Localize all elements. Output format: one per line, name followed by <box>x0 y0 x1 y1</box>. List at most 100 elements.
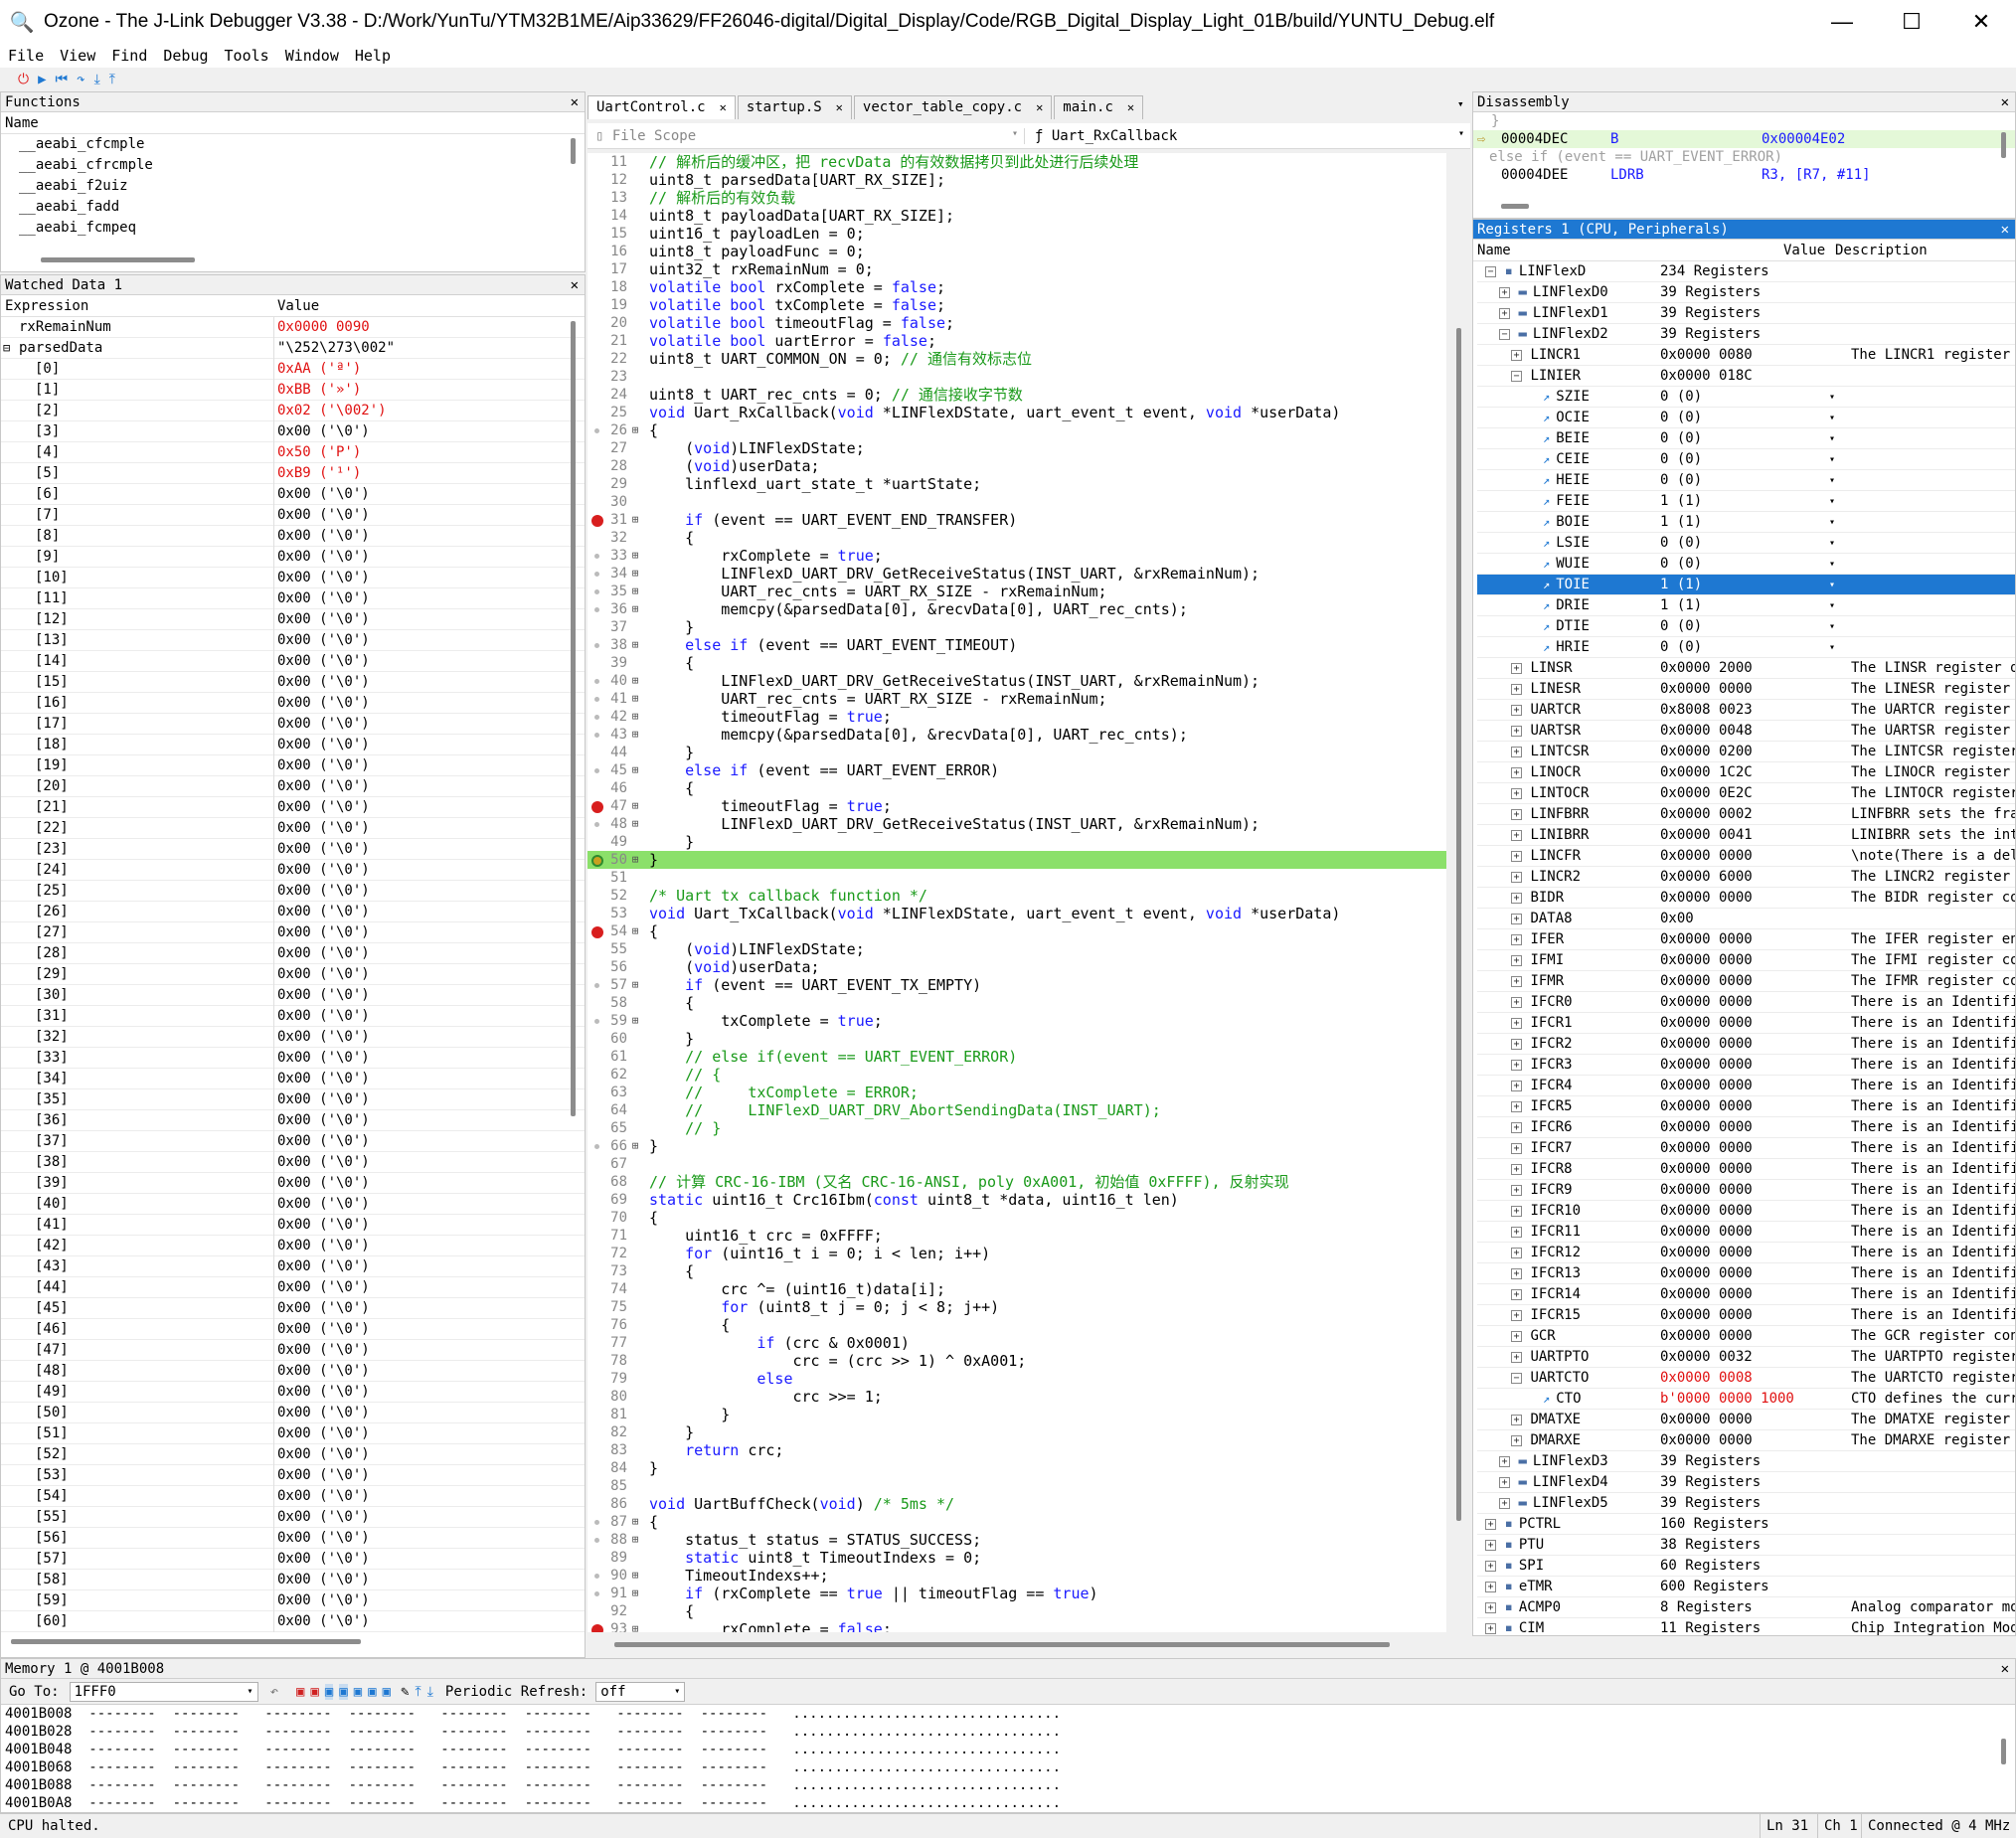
register-value[interactable]: 0 (0) <box>1660 449 1847 470</box>
gutter[interactable] <box>588 797 607 815</box>
disassembly-row[interactable]: } <box>1473 112 2015 130</box>
code-line[interactable]: 20 volatile bool timeoutFlag = false; <box>588 314 1446 332</box>
functions-vscrollbar[interactable] <box>571 138 576 164</box>
gutter[interactable] <box>588 600 607 618</box>
register-value[interactable]: 39 Registers <box>1660 282 1847 303</box>
register-row[interactable]: + IFCR4 0x0000 0000 There is an Identifi <box>1477 1076 2015 1096</box>
code-line[interactable]: 22 uint8_t UART_COMMON_ON = 0; // 通信有效标志位 <box>588 350 1446 368</box>
gutter[interactable] <box>588 1388 607 1406</box>
gutter[interactable] <box>588 547 607 565</box>
expand-icon[interactable]: ⊞ <box>627 851 643 869</box>
gutter[interactable] <box>588 1066 607 1084</box>
register-value[interactable]: 0 (0) <box>1660 554 1847 575</box>
gutter[interactable] <box>588 583 607 600</box>
watch-row[interactable]: [20] 0x00 ('\0') <box>1 776 585 797</box>
code-line[interactable]: 74 crc ^= (uint16_t)data[i]; <box>588 1280 1446 1298</box>
expand-icon[interactable]: ⊞ <box>627 976 643 994</box>
register-row[interactable]: + LINFBRR 0x0000 0002 LINFBRR sets the fra <box>1477 804 2015 825</box>
register-row[interactable]: + ▬ LINFlexD4 39 Registers <box>1477 1472 2015 1493</box>
register-value[interactable]: 0x0000 018C <box>1660 366 1847 387</box>
expand-icon[interactable] <box>627 1209 643 1227</box>
code-line[interactable]: 65 // } <box>588 1119 1446 1137</box>
function-item[interactable]: __aeabi_cfrcmple <box>1 155 585 176</box>
code-line[interactable]: 75 for (uint8_t j = 0; j < 8; j++) <box>588 1298 1446 1316</box>
register-row[interactable]: − LINIER 0x0000 018C <box>1477 366 2015 387</box>
close-icon[interactable]: ✕ <box>720 100 727 114</box>
gutter[interactable] <box>588 511 607 529</box>
menu-file[interactable]: File <box>8 47 44 65</box>
code-line[interactable]: 14 uint8_t payloadData[UART_RX_SIZE]; <box>588 207 1446 225</box>
gutter[interactable] <box>588 654 607 672</box>
source-code-view[interactable]: 11 // 解析后的缓冲区，把 recvData 的有效数据拷贝到此处进行后续处理… <box>588 153 1446 1632</box>
register-value[interactable]: 0 (0) <box>1660 387 1847 408</box>
gutter[interactable] <box>588 404 607 421</box>
register-row[interactable]: ↗ HEIE 0 (0) ▾ <box>1477 470 2015 491</box>
expand-icon[interactable]: ⊞ <box>627 421 643 439</box>
watch-row[interactable]: [14] 0x00 ('\0') <box>1 651 585 672</box>
register-value[interactable]: 0 (0) <box>1660 637 1847 658</box>
power-icon[interactable]: ⏻ <box>18 72 29 87</box>
gutter[interactable] <box>588 565 607 583</box>
register-value[interactable]: 11 Registers <box>1660 1618 1847 1635</box>
menu-debug[interactable]: Debug <box>163 47 208 65</box>
expand-icon[interactable] <box>627 368 643 386</box>
gutter[interactable] <box>588 1334 607 1352</box>
disassembly-row[interactable]: 00004DEE LDRB R3, [R7, #11] <box>1473 166 2015 184</box>
watch-row[interactable]: [23] 0x00 ('\0') <box>1 839 585 860</box>
function-item[interactable]: __aeabi_cfcmple <box>1 134 585 155</box>
expand-icon[interactable]: + <box>1511 933 1522 945</box>
register-value[interactable]: 0x0000 0000 <box>1660 1305 1847 1326</box>
code-line[interactable]: 86 void UartBuffCheck(void) /* 5ms */ <box>588 1495 1446 1513</box>
expand-icon[interactable]: + <box>1511 892 1522 904</box>
watch-row[interactable]: [52] 0x00 ('\0') <box>1 1444 585 1465</box>
memory-row[interactable]: 4001B048 -------- -------- -------- ----… <box>5 1741 2015 1758</box>
code-line[interactable]: 84} <box>588 1459 1446 1477</box>
breakpoint-icon[interactable] <box>591 515 603 527</box>
register-row[interactable]: + IFCR2 0x0000 0000 There is an Identifi <box>1477 1034 2015 1055</box>
gutter[interactable] <box>588 1137 607 1155</box>
expand-icon[interactable]: + <box>1485 1518 1496 1530</box>
register-value[interactable]: 0x0000 0E2C <box>1660 783 1847 804</box>
watch-row[interactable]: [31] 0x00 ('\0') <box>1 1006 585 1027</box>
watch-row[interactable]: [49] 0x00 ('\0') <box>1 1382 585 1403</box>
expand-icon[interactable]: + <box>1511 704 1522 716</box>
watch-row[interactable]: [0] 0xAA ('ª') <box>1 359 585 380</box>
code-line[interactable]: 59 ⊞ txComplete = true; <box>588 1012 1446 1030</box>
tab-uartcontrol-c[interactable]: UartControl.c ✕ <box>588 95 736 119</box>
close-icon[interactable]: ✕ <box>2001 1659 2009 1679</box>
register-value[interactable]: b'0000 0000 1000 <box>1660 1389 1847 1410</box>
chevron-down-icon[interactable]: ▾ <box>1829 595 2009 616</box>
expand-icon[interactable] <box>627 958 643 976</box>
register-row[interactable]: + IFCR0 0x0000 0000 There is an Identifi <box>1477 992 2015 1013</box>
gutter[interactable] <box>588 1549 607 1567</box>
register-value[interactable]: 39 Registers <box>1660 324 1847 345</box>
register-row[interactable]: + LINESR 0x0000 0000 The LINESR register <box>1477 679 2015 700</box>
register-value[interactable]: 0x0000 0032 <box>1660 1347 1847 1368</box>
expand-icon[interactable]: ⊞ <box>627 1012 643 1030</box>
expand-icon[interactable]: + <box>1511 1226 1522 1238</box>
code-line[interactable]: 11 // 解析后的缓冲区，把 recvData 的有效数据拷贝到此处进行后续处理 <box>588 153 1446 171</box>
code-line[interactable]: 82 } <box>588 1423 1446 1441</box>
expand-icon[interactable] <box>627 1084 643 1101</box>
gutter[interactable] <box>588 153 607 171</box>
register-row[interactable]: + GCR 0x0000 0000 The GCR register con <box>1477 1326 2015 1347</box>
gutter[interactable] <box>588 1209 607 1227</box>
expand-icon[interactable] <box>627 618 643 636</box>
watch-row[interactable]: [13] 0x00 ('\0') <box>1 630 585 651</box>
gutter[interactable] <box>588 1101 607 1119</box>
watch-row[interactable]: [27] 0x00 ('\0') <box>1 922 585 943</box>
watch-row[interactable]: [50] 0x00 ('\0') <box>1 1403 585 1423</box>
register-row[interactable]: + IFCR1 0x0000 0000 There is an Identifi <box>1477 1013 2015 1034</box>
expand-icon[interactable] <box>627 332 643 350</box>
expand-icon[interactable]: ⊞ <box>627 636 643 654</box>
register-row[interactable]: + IFCR8 0x0000 0000 There is an Identifi <box>1477 1159 2015 1180</box>
memory-row[interactable]: 4001B028 -------- -------- -------- ----… <box>5 1723 2015 1741</box>
register-value[interactable]: 0x0000 0000 <box>1660 1263 1847 1284</box>
gutter[interactable] <box>588 386 607 404</box>
expand-icon[interactable] <box>627 386 643 404</box>
expand-icon[interactable]: + <box>1499 307 1510 319</box>
register-row[interactable]: ↗ DTIE 0 (0) ▾ <box>1477 616 2015 637</box>
code-line[interactable]: 68 // 计算 CRC-16-IBM (又名 CRC-16-ANSI, poly… <box>588 1173 1446 1191</box>
expand-icon[interactable] <box>627 404 643 421</box>
register-value[interactable]: 0x0000 0000 <box>1660 1013 1847 1034</box>
